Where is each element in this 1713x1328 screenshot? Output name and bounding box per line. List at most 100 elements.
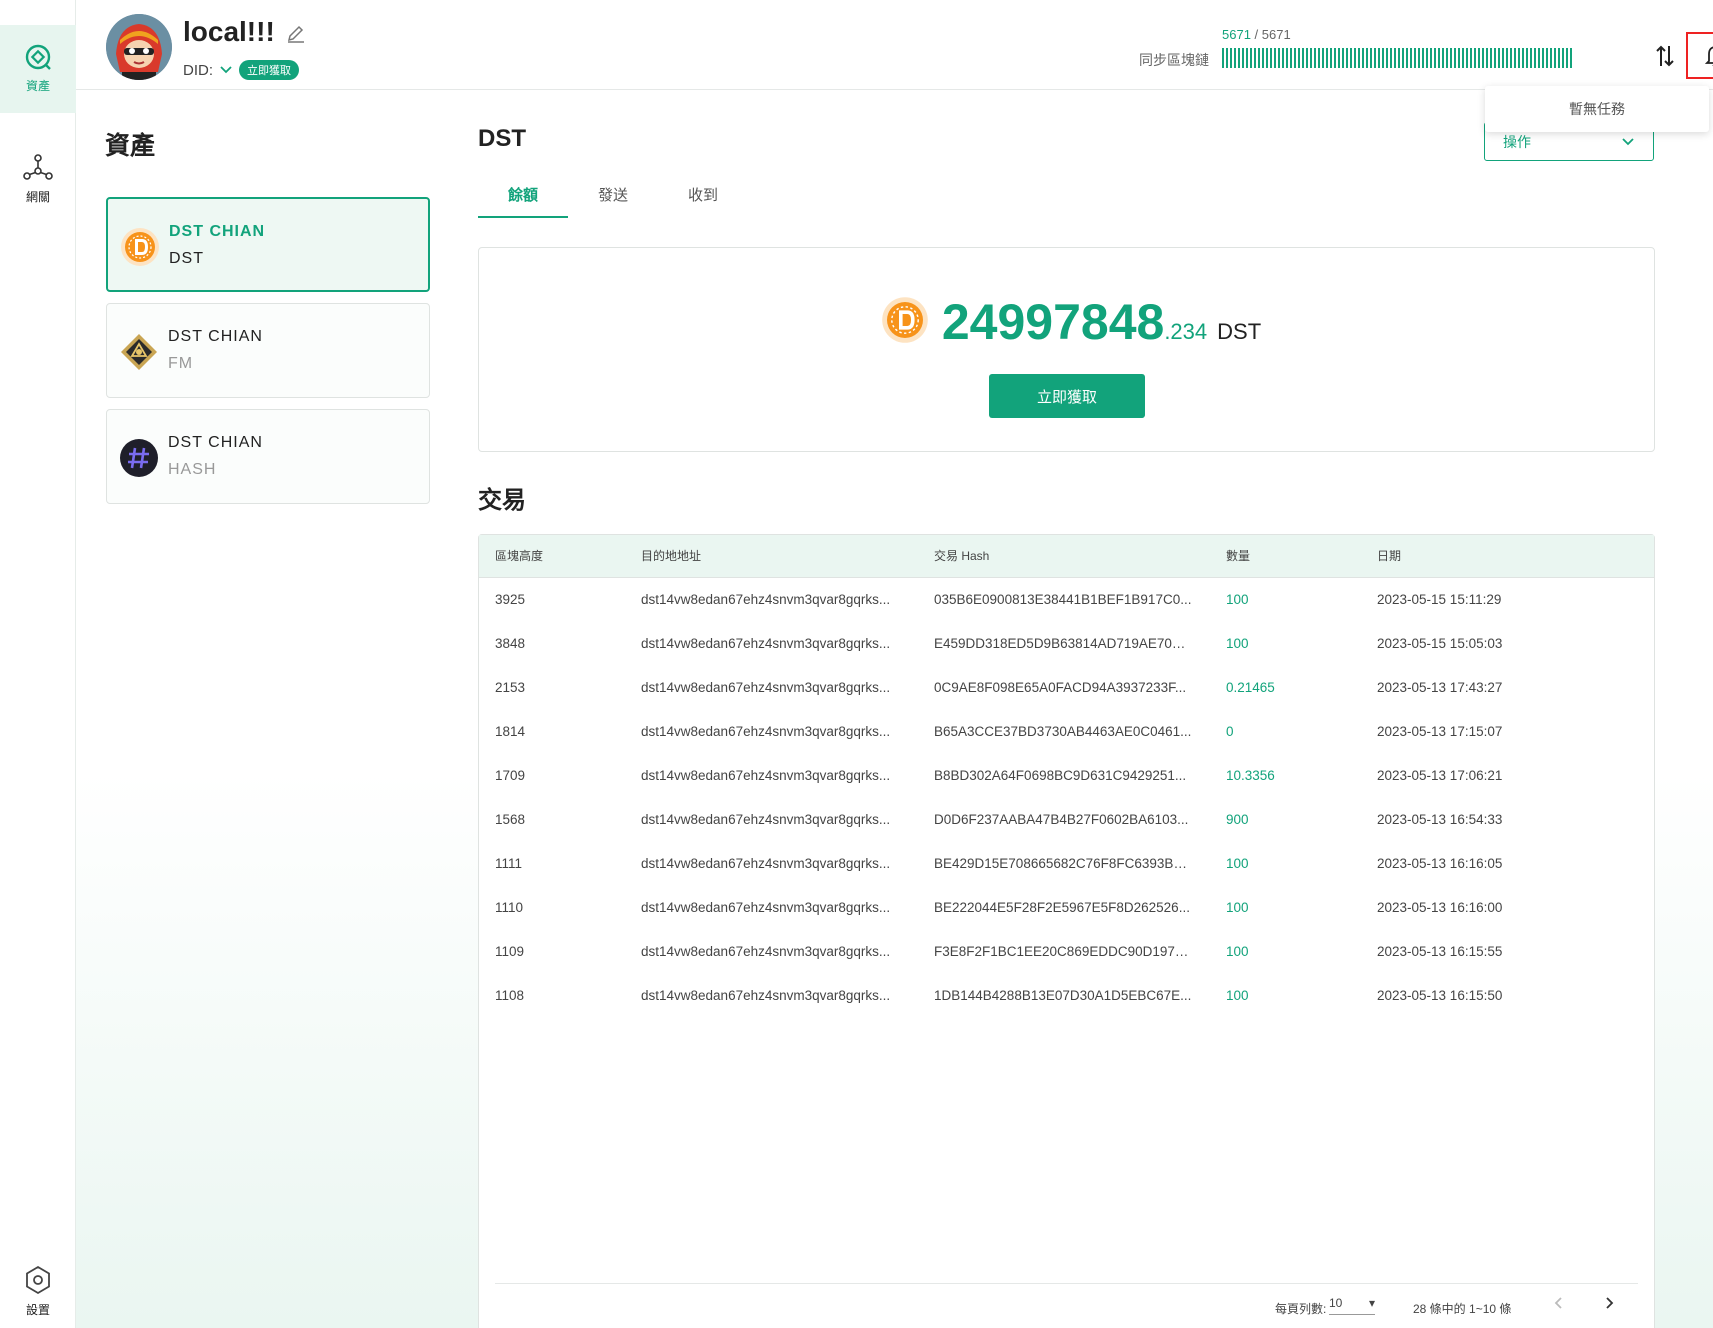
- edit-name-button[interactable]: [286, 24, 306, 49]
- pagination: 每頁列數: 10 ▾ 28 條中的 1~10 條: [495, 1283, 1638, 1328]
- table-row[interactable]: 2153 dst14vw8edan67ehz4snvm3qvar8gqrks...…: [479, 666, 1654, 710]
- notifications-button[interactable]: [1686, 32, 1713, 79]
- notifications-dropdown: 暫無任務: [1485, 86, 1709, 132]
- asset-card-hash[interactable]: DST CHIAN HASH: [106, 409, 430, 504]
- table-row[interactable]: 3925 dst14vw8edan67ehz4snvm3qvar8gqrks...…: [479, 578, 1654, 622]
- row-address: dst14vw8edan67ehz4snvm3qvar8gqrks...: [641, 988, 891, 1003]
- row-hash: E459DD318ED5D9B63814AD719AE70D...: [934, 636, 1192, 651]
- col-header-address[interactable]: 目的地地址: [641, 535, 899, 578]
- row-date: 2023-05-13 17:43:27: [1377, 680, 1503, 695]
- row-hash: BE222044E5F28F2E5967E5F8D262526...: [934, 900, 1190, 915]
- sync-toggle-button[interactable]: [1654, 44, 1676, 73]
- row-address: dst14vw8edan67ehz4snvm3qvar8gqrks...: [641, 856, 891, 871]
- table-row[interactable]: 1110 dst14vw8edan67ehz4snvm3qvar8gqrks...…: [479, 886, 1654, 930]
- row-address: dst14vw8edan67ehz4snvm3qvar8gqrks...: [641, 724, 891, 739]
- row-hash: BE429D15E708665682C76F8FC6393BD...: [934, 856, 1192, 871]
- avatar: [106, 14, 172, 80]
- row-address: dst14vw8edan67ehz4snvm3qvar8gqrks...: [641, 592, 891, 607]
- notifications-empty-text: 暫無任務: [1569, 101, 1625, 117]
- sync-total: 5671: [1261, 27, 1291, 42]
- nav-item-gateway-label: 網關: [25, 190, 50, 204]
- rows-per-page-select[interactable]: 10 ▾: [1329, 1296, 1375, 1315]
- row-address: dst14vw8edan67ehz4snvm3qvar8gqrks...: [641, 900, 891, 915]
- table-row[interactable]: 1709 dst14vw8edan67ehz4snvm3qvar8gqrks...…: [479, 754, 1654, 798]
- chevron-right-icon: [1606, 1297, 1614, 1309]
- row-address: dst14vw8edan67ehz4snvm3qvar8gqrks...: [641, 680, 891, 695]
- row-date: 2023-05-13 16:15:55: [1377, 944, 1503, 959]
- balance-decimal: .234: [1164, 319, 1208, 344]
- fm-coin-icon: [121, 334, 157, 370]
- nav-item-assets-label: 資產: [25, 79, 50, 93]
- sync-progress-bar: [1222, 48, 1572, 68]
- col-header-amount[interactable]: 數量: [1226, 535, 1250, 578]
- row-address: dst14vw8edan67ehz4snvm3qvar8gqrks...: [641, 812, 891, 827]
- row-height: 1814: [495, 724, 526, 739]
- nav-item-settings[interactable]: 設置: [0, 1265, 76, 1325]
- nav-item-gateway[interactable]: 網關: [0, 152, 76, 222]
- prev-page-button[interactable]: [1553, 1296, 1565, 1313]
- hash-coin-icon: [120, 439, 158, 477]
- row-height: 1709: [495, 768, 526, 783]
- nav-item-assets[interactable]: 資產: [0, 25, 76, 113]
- asset-name: DST CHIAN: [168, 328, 263, 345]
- row-hash: F3E8F2F1BC1EE20C869EDDC90D1978...: [934, 944, 1192, 959]
- sync-count: 5671 / 5671: [1222, 27, 1291, 42]
- col-header-date[interactable]: 日期: [1377, 535, 1401, 578]
- transactions-title: 交易: [478, 487, 526, 514]
- row-height: 3925: [495, 592, 526, 607]
- row-height: 2153: [495, 680, 526, 695]
- row-amount: 100: [1226, 592, 1249, 607]
- assets-title: 資產: [105, 132, 156, 160]
- chevron-down-icon[interactable]: [219, 65, 233, 75]
- tab-receive[interactable]: 收到: [658, 180, 748, 218]
- col-header-hash[interactable]: 交易 Hash: [934, 535, 1192, 578]
- claim-button[interactable]: 立即獲取: [989, 374, 1145, 418]
- row-amount: 100: [1226, 944, 1249, 959]
- asset-symbol: HASH: [168, 461, 217, 478]
- sync-label: 同步區塊鏈: [1139, 52, 1209, 68]
- row-date: 2023-05-13 17:06:21: [1377, 768, 1503, 783]
- row-date: 2023-05-13 16:54:33: [1377, 812, 1503, 827]
- table-row[interactable]: 1568 dst14vw8edan67ehz4snvm3qvar8gqrks...…: [479, 798, 1654, 842]
- sync-current: 5671: [1222, 27, 1251, 42]
- row-address: dst14vw8edan67ehz4snvm3qvar8gqrks...: [641, 944, 891, 959]
- next-page-button[interactable]: [1603, 1296, 1615, 1313]
- avatar-character-icon: [106, 14, 172, 80]
- settings-hex-icon: [26, 1265, 50, 1295]
- row-date: 2023-05-13 16:16:00: [1377, 900, 1503, 915]
- table-row[interactable]: 1814 dst14vw8edan67ehz4snvm3qvar8gqrks...…: [479, 710, 1654, 754]
- row-height: 3848: [495, 636, 526, 651]
- row-date: 2023-05-15 15:05:03: [1377, 636, 1503, 651]
- tab-balance[interactable]: 餘額: [478, 180, 568, 218]
- table-header: 區塊高度 目的地地址 交易 Hash 數量 日期: [479, 535, 1654, 578]
- table-row[interactable]: 3848 dst14vw8edan67ehz4snvm3qvar8gqrks...…: [479, 622, 1654, 666]
- row-hash: D0D6F237AABA47B4B27F0602BA6103...: [934, 812, 1189, 827]
- did-label: DID:: [183, 61, 213, 79]
- row-hash: 1DB144B4288B13E07D30A1D5EBC67E...: [934, 988, 1192, 1003]
- nav-item-settings-label: 設置: [25, 1303, 50, 1317]
- operations-select-label: 操作: [1503, 133, 1531, 150]
- row-date: 2023-05-15 15:11:29: [1377, 592, 1502, 607]
- coin-title: DST: [478, 125, 526, 152]
- balance-integer: 24997848: [941, 294, 1165, 350]
- col-header-height[interactable]: 區塊高度: [495, 535, 543, 578]
- bell-icon: [1705, 45, 1713, 66]
- row-amount: 100: [1226, 900, 1249, 915]
- balance-unit: DST: [1217, 319, 1262, 344]
- sync-separator: /: [1250, 27, 1262, 42]
- row-amount: 100: [1226, 856, 1249, 871]
- network-icon: [23, 154, 53, 180]
- row-amount: 900: [1226, 812, 1249, 827]
- row-date: 2023-05-13 16:15:50: [1377, 988, 1503, 1003]
- asset-card-dst[interactable]: DST CHIAN DST: [106, 197, 430, 292]
- table-body: 3925 dst14vw8edan67ehz4snvm3qvar8gqrks...…: [479, 578, 1654, 1018]
- left-nav-rail: 資產 網關 設置: [0, 0, 76, 1328]
- asset-card-fm[interactable]: DST CHIAN FM: [106, 303, 430, 398]
- tab-send[interactable]: 發送: [568, 180, 658, 218]
- did-claim-badge[interactable]: 立即獲取: [239, 60, 299, 80]
- table-row[interactable]: 1111 dst14vw8edan67ehz4snvm3qvar8gqrks...…: [479, 842, 1654, 886]
- row-date: 2023-05-13 17:15:07: [1377, 724, 1503, 739]
- row-hash: 035B6E0900813E38441B1BEF1B917C0...: [934, 592, 1192, 607]
- table-row[interactable]: 1108 dst14vw8edan67ehz4snvm3qvar8gqrks...…: [479, 974, 1654, 1018]
- table-row[interactable]: 1109 dst14vw8edan67ehz4snvm3qvar8gqrks...…: [479, 930, 1654, 974]
